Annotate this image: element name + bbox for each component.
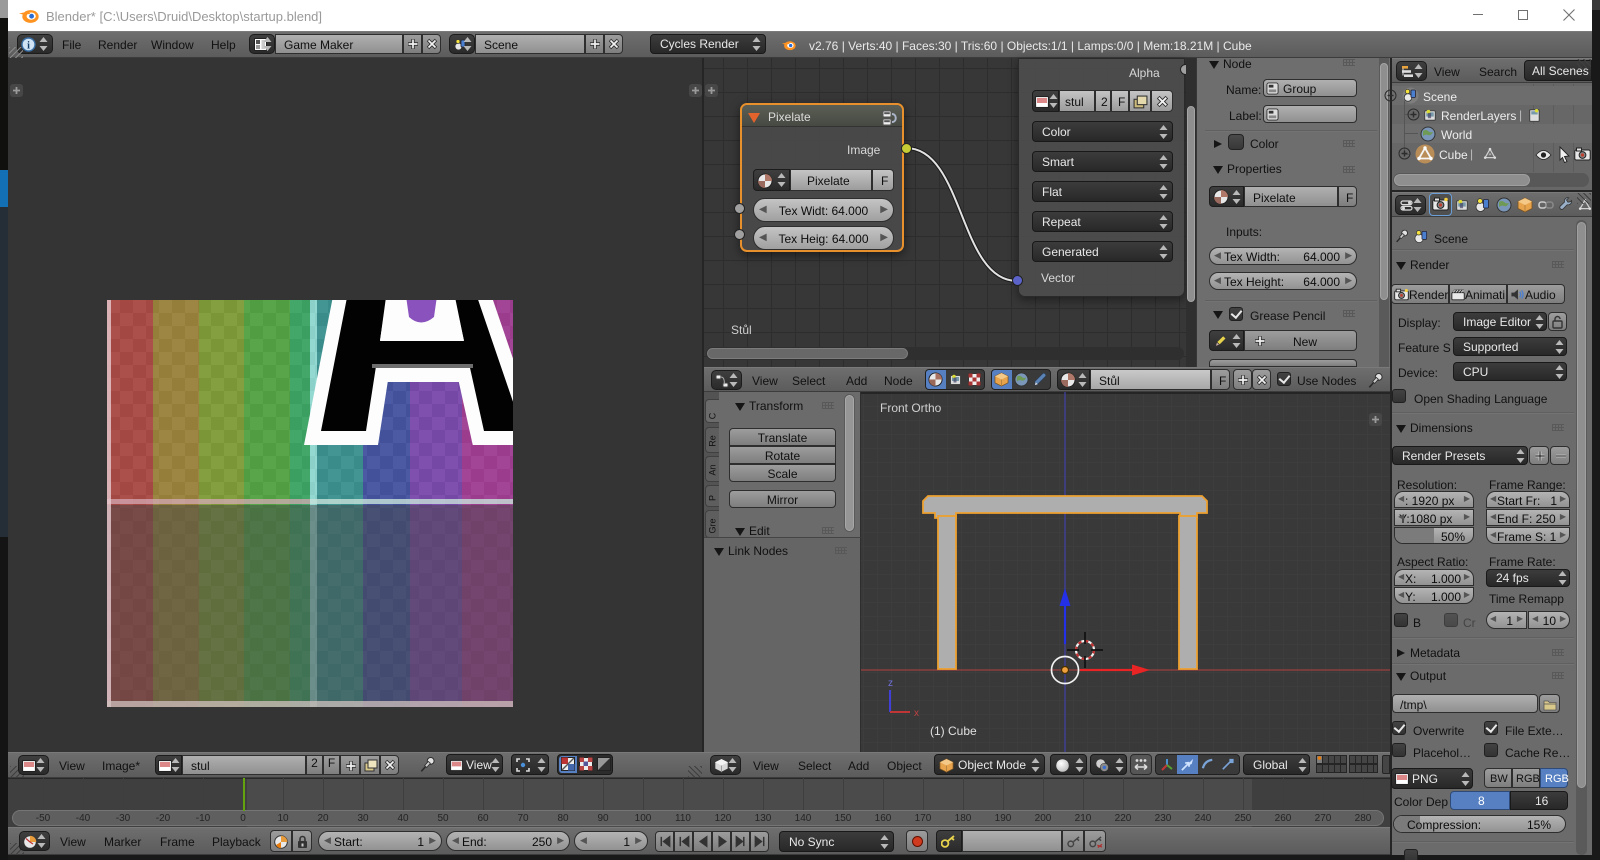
- svg-text:i: i: [27, 40, 30, 51]
- svg-text:x: x: [914, 708, 919, 719]
- svg-text:z: z: [888, 678, 893, 689]
- svg-text:(1) Cube: (1) Cube: [930, 724, 977, 738]
- svg-text:Front Ortho: Front Ortho: [880, 401, 942, 415]
